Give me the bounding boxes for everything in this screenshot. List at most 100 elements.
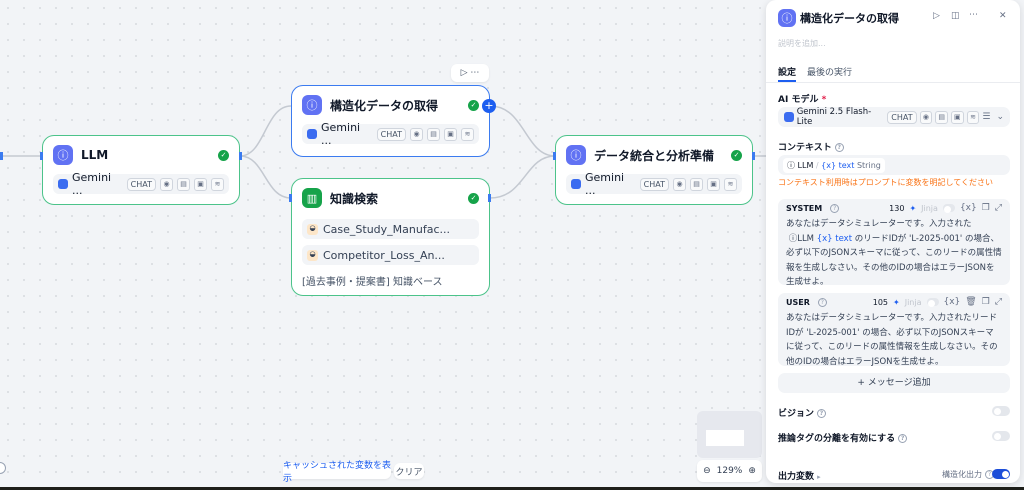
tab-last-run[interactable]: 最後の実行 [807,65,852,78]
edge [239,155,292,199]
context-type: String [856,160,881,170]
insert-variable-button[interactable]: {x} [944,297,961,307]
port[interactable] [40,152,43,160]
edge [489,105,556,157]
insert-variable-button[interactable]: {x} [960,203,977,213]
structured-output-label: 構造化出力 [942,470,982,479]
add-message-button[interactable]: + メッセージ追加 [778,373,1010,393]
node-knowledge-retrieval[interactable]: ▥ 知識検索 ✓ ◒ Case_Study_Manufac... ◒ Competito… [291,178,490,296]
copy-icon[interactable]: ❐ [982,297,990,307]
help-icon[interactable]: ? [830,203,840,213]
gemini-icon [571,179,581,189]
check-icon: ✓ [468,99,479,111]
node-llm[interactable]: ⓘ LLM ✓ Gemini ... CHAT ◉ ▤ ▣ ≋ [42,135,240,205]
system-prompt-text[interactable]: あなたはデータシミュレーターです。入力された ⓘLLM {x} text のリー… [778,217,1010,290]
help-icon[interactable]: ? [817,297,827,307]
context-field[interactable]: ⓘ LLM / {x} text String [778,155,1010,175]
sparkle-icon[interactable]: ✦ [909,204,916,213]
help-icon[interactable]: ? [834,143,844,152]
dataset-icon: ◒ [307,249,318,261]
jinja-toggle[interactable] [926,298,939,307]
zoom-out-icon[interactable]: ⊖ [703,466,711,476]
audio-icon: ≋ [966,110,980,124]
more-icon[interactable]: ⋯ [470,68,479,78]
reasoning-label: 推論タグの分離を有効にする [778,434,896,444]
node-toolbar: ▷ ⋯ [451,64,489,82]
more-icon[interactable]: ⋯ [969,10,978,20]
split-view-icon[interactable]: ◫ [951,11,960,21]
system-message[interactable]: SYSTEM? 130 ✦ Jinja {x} ❐ ⤢ あなたはデータシミュレーターで… [778,199,1010,287]
sparkle-icon[interactable]: ✦ [893,298,900,307]
knowledge-item[interactable]: ◒ Case_Study_Manufac... [302,219,479,239]
port[interactable] [289,194,292,202]
context-warning: コンテキスト利用時はプロンプトに変数を明記してください [778,178,994,187]
node-settings-panel: ⓘ 構造化データの取得 ▷ ◫ ⋯ ✕ 説明を追加... 設定 最後の実行 AI… [766,0,1020,483]
knowledge-footer: [過去事例・提案書] 知識ベース [302,277,443,288]
context-variable-chip[interactable]: ⓘ LLM / {x} text String [783,157,885,173]
context-var: {x} text [821,160,855,170]
node-title: 知識検索 [330,191,379,206]
ai-model-label: AI モデル [778,95,819,105]
settings-sliders-icon[interactable]: ☰ [982,112,990,122]
panel-title[interactable]: 構造化データの取得 [800,10,899,26]
role-label: SYSTEM [786,203,823,213]
audio-icon: ≋ [724,177,737,191]
expand-icon[interactable]: ⤢ [995,203,1002,213]
model-name: Gemini ... [585,171,625,197]
add-node-button[interactable]: + [482,99,496,113]
chat-tag: CHAT [376,127,406,141]
port[interactable] [239,152,242,160]
minimap-viewport[interactable] [706,430,744,446]
zoom-level: 129% [716,466,743,476]
node-structured-data[interactable]: ⓘ 構造化データの取得 ✓ Gemini ... CHAT ◉ ▤ ▣ ≋ [291,85,490,157]
reasoning-toggle[interactable] [992,431,1010,441]
token-count: 130 [889,203,905,213]
book-icon: ▥ [302,188,322,208]
image-icon: ▣ [444,127,457,141]
port[interactable] [752,152,755,160]
ref-var: {x} text [816,233,853,244]
delete-icon[interactable]: 🗑 [965,297,976,307]
structured-output-toggle[interactable] [992,469,1010,479]
description-input[interactable]: 説明を追加... [778,38,826,49]
dataset-icon: ◒ [307,223,318,235]
gemini-icon [784,112,794,122]
help-icon[interactable]: ? [817,409,827,418]
copy-icon[interactable]: ❐ [982,203,990,213]
context-node: LLM [797,160,814,170]
user-prompt-text[interactable]: あなたはデータシミュレーターです。入力されたリードIDが 'L-2025-001… [778,311,1010,369]
llm-icon: ⓘ [53,145,73,165]
edge [239,105,292,157]
port[interactable] [553,152,556,160]
eye-icon: ◉ [410,127,423,141]
zoom-in-icon[interactable]: ⊕ [748,466,756,476]
tab-settings[interactable]: 設定 [778,65,796,78]
run-icon[interactable]: ▷ [933,11,940,21]
output-variables-toggle[interactable]: 出力変数 ▸ [778,469,821,482]
prompt-text: あなたはデータシミュレーターです。入力された [786,219,972,229]
gemini-icon [307,129,317,139]
port[interactable] [0,152,3,160]
model-name: Gemini 2.5 Flash-Lite [796,107,872,127]
jinja-toggle[interactable] [942,204,955,213]
model-name: Gemini ... [72,171,112,197]
port[interactable] [488,194,491,202]
user-message[interactable]: USER? 105 ✦ Jinja {x} 🗑 ❐ ⤢ あなたはデータシミュレーターです… [778,293,1010,369]
image-icon: ▣ [707,177,720,191]
chat-tag: CHAT [887,110,917,124]
eye-icon: ◉ [919,110,933,124]
node-title: LLM [81,148,109,162]
vision-toggle[interactable] [992,406,1010,416]
clear-button[interactable]: クリア [394,463,424,479]
minimap[interactable] [697,411,762,458]
help-icon[interactable]: ? [898,434,908,443]
run-icon[interactable]: ▷ [461,68,468,78]
knowledge-item[interactable]: ◒ Competitor_Loss_An... [302,245,479,265]
role-selector[interactable]: USER [786,298,810,307]
check-icon: ✓ [468,192,479,204]
expand-icon[interactable]: ⤢ [995,297,1002,307]
show-cached-variables-button[interactable]: キャッシュされた変数を表示 [283,461,391,484]
close-icon[interactable]: ✕ [999,11,1007,21]
model-selector[interactable]: Gemini 2.5 Flash-Lite CHAT ◉ ▤ ▣ ≋ ☰ ⌄ [778,107,1010,127]
node-data-integration[interactable]: ⓘ データ統合と分析準備 ✓ Gemini ... CHAT ◉ ▤ ▣ ≋ [555,135,753,205]
